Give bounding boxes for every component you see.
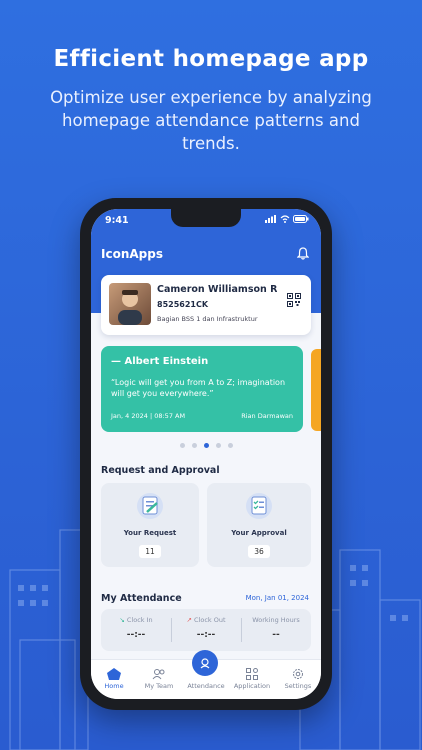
your-approval-card[interactable]: Your Approval 36: [207, 483, 311, 567]
tab-application-label: Application: [233, 682, 271, 690]
profile-card[interactable]: Cameron Williamson R... 8525621CK Bagian…: [101, 275, 311, 335]
your-request-label: Your Request: [123, 529, 177, 537]
profile-department: Bagian BSS 1 dan Infrastruktur: [157, 315, 258, 323]
profile-name: Cameron Williamson R...: [157, 284, 277, 295]
attendance-section-title: My Attendance: [101, 593, 182, 604]
profile-id: 8525621CK: [157, 300, 209, 309]
bottom-tab-bar: Home My Team Attendance Application Sett…: [91, 650, 321, 699]
quote-date: Jan, 4 2024 | 08:57 AM: [111, 412, 186, 420]
your-request-count: 11: [139, 545, 161, 558]
divider: [171, 618, 172, 642]
quote-card[interactable]: — Albert Einstein “Logic will get you fr…: [101, 346, 303, 432]
tab-application[interactable]: Application: [229, 668, 275, 690]
working-hours-value: --: [272, 630, 280, 640]
gear-icon: [293, 669, 303, 679]
tab-settings[interactable]: Settings: [275, 668, 321, 690]
carousel-dot-active[interactable]: [203, 443, 209, 448]
divider: [241, 618, 242, 642]
app-title: IconApps: [101, 247, 163, 261]
tab-attendance[interactable]: Attendance: [183, 668, 229, 690]
avatar: [109, 283, 151, 325]
carousel-dot[interactable]: [215, 443, 221, 448]
phone-notch: [171, 209, 241, 227]
status-icons: [265, 215, 309, 223]
clock-in-value: --:--: [126, 630, 146, 640]
carousel-indicator: [91, 443, 321, 448]
promo-headline: Efficient homepage app: [53, 46, 369, 72]
tab-my-team-label: My Team: [144, 682, 174, 690]
quote-posted-by: Rian Darmawan: [241, 412, 293, 420]
requests-section-title: Request and Approval: [101, 465, 220, 476]
battery-icon: [293, 215, 309, 223]
clock-out-label: Clock Out: [194, 616, 226, 624]
home-icon: [107, 668, 121, 680]
working-hours-label: Working Hours: [252, 616, 300, 624]
signal-icon: [265, 215, 276, 223]
quote-text: “Logic will get you from A to Z; imagina…: [111, 378, 286, 398]
carousel-dot[interactable]: [179, 443, 185, 448]
status-time: 9:41: [105, 215, 129, 226]
request-clipboard-icon: [137, 493, 163, 519]
clock-out-value: --:--: [196, 630, 216, 640]
app-screen: 9:41 IconApps Cameron Williamson R... 85…: [91, 209, 321, 699]
next-card-peek[interactable]: [311, 349, 321, 431]
tab-home[interactable]: Home: [91, 668, 137, 690]
qr-code-icon[interactable]: [287, 293, 301, 307]
team-icon: [152, 669, 165, 680]
tab-my-team[interactable]: My Team: [136, 668, 182, 690]
carousel-dot[interactable]: [191, 443, 197, 448]
clock-in-arrow-icon: ↘: [119, 616, 125, 624]
approval-checklist-icon: [246, 493, 272, 519]
wifi-icon: [280, 215, 290, 223]
your-approval-label: Your Approval: [231, 529, 287, 537]
attendance-date[interactable]: Mon, Jan 01, 2024: [246, 594, 309, 602]
phone-frame: 9:41 IconApps Cameron Williamson R... 85…: [80, 198, 332, 710]
promo-subline: Optimize user experience by analyzing ho…: [50, 88, 372, 153]
quote-author: — Albert Einstein: [111, 356, 209, 367]
working-hours-column: Working Hours --: [243, 616, 309, 640]
clock-out-column: ↗ Clock Out --:--: [173, 616, 239, 640]
your-request-card[interactable]: Your Request 11: [101, 483, 199, 567]
apps-icon: [246, 668, 258, 680]
bell-icon[interactable]: [297, 247, 309, 260]
your-approval-count: 36: [248, 545, 270, 558]
attendance-card: ↘ Clock In --:-- ↗ Clock Out --:-- Worki…: [101, 609, 311, 651]
carousel-dot[interactable]: [227, 443, 233, 448]
tab-settings-label: Settings: [284, 682, 312, 690]
tab-attendance-label: Attendance: [187, 682, 225, 690]
clock-in-label: Clock In: [126, 616, 153, 624]
clock-out-arrow-icon: ↗: [186, 616, 192, 624]
tab-home-label: Home: [104, 682, 124, 690]
clock-in-column: ↘ Clock In --:--: [103, 616, 169, 640]
